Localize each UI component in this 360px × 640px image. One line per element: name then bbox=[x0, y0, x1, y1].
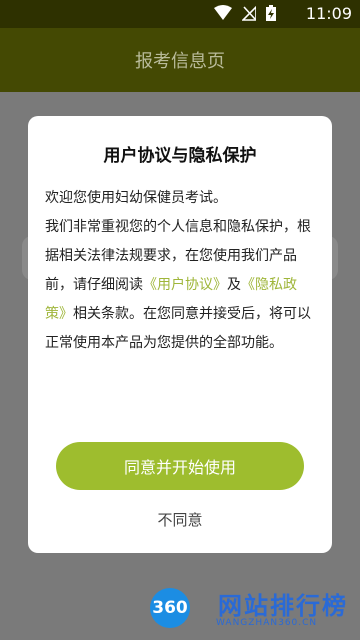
agree-button-label: 同意并开始使用 bbox=[123, 458, 236, 477]
watermark-title: 网站排行榜 bbox=[218, 592, 348, 620]
watermark-logo: 360 bbox=[150, 588, 190, 628]
watermark: 360 网站排行榜 WANGZHAN360.CN bbox=[146, 582, 360, 632]
disagree-button[interactable]: 不同意 bbox=[28, 509, 332, 530]
privacy-dialog: 用户协议与隐私保护 欢迎您使用妇幼保健员考试。 我们非常重视您的个人信息和隐私保… bbox=[28, 116, 332, 553]
page-title: 报考信息页 bbox=[135, 51, 225, 72]
app-bar: 报考信息页 bbox=[0, 28, 360, 92]
agreement-text: 我们非常重视您的个人信息和隐私保护，根据相关法律法规要求，在您使用我们产品前，请… bbox=[45, 213, 317, 358]
body-text-part2: 相关条款。在您同意并接受后，将可以正常使用本产品为您提供的全部功能。 bbox=[45, 306, 311, 351]
dialog-title: 用户协议与隐私保护 bbox=[103, 146, 257, 166]
dialog-body: 欢迎您使用妇幼保健员考试。 我们非常重视您的个人信息和隐私保护，根据相关法律法规… bbox=[45, 184, 317, 358]
welcome-text: 欢迎您使用妇幼保健员考试。 bbox=[45, 190, 227, 206]
agree-button[interactable]: 同意并开始使用 bbox=[56, 442, 304, 490]
and-text: 及 bbox=[227, 277, 241, 293]
status-bar: 11:09 bbox=[0, 0, 360, 28]
wifi-icon bbox=[214, 5, 232, 20]
battery-charging-icon bbox=[266, 5, 276, 21]
user-agreement-link[interactable]: 《用户协议》 bbox=[143, 277, 227, 293]
watermark-subtitle: WANGZHAN360.CN bbox=[216, 618, 318, 628]
clock: 11:09 bbox=[305, 4, 352, 23]
no-signal-icon bbox=[242, 5, 256, 21]
